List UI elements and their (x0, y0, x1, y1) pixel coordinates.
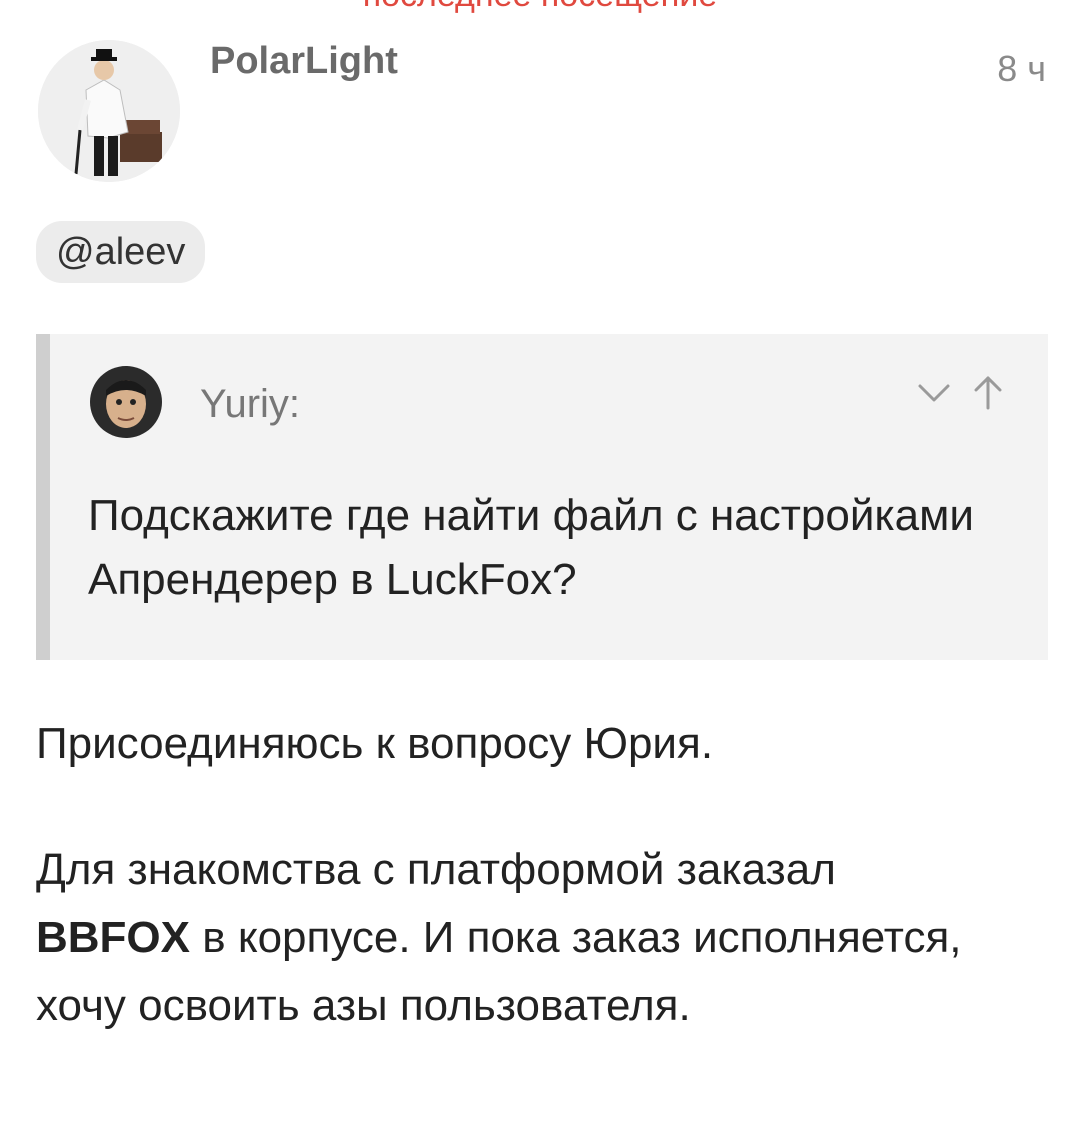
quote-avatar[interactable] (90, 366, 162, 438)
quote-actions (914, 372, 1008, 412)
avatar[interactable] (38, 40, 180, 182)
post-author[interactable]: PolarLight (210, 40, 398, 83)
quote-avatar-image (90, 366, 162, 438)
avatar-image (38, 40, 180, 182)
product-name: BBFOX (36, 913, 190, 962)
last-visit-label: последнее посещение (300, 0, 780, 15)
arrow-up-icon[interactable] (968, 372, 1008, 412)
mention-chip[interactable]: @aleev (36, 221, 206, 283)
quote-text: Подскажите где найти файл с настройками … (88, 491, 974, 604)
comment-paragraph-1: Присоединяюсь к вопросу Юрия. (36, 719, 714, 768)
quoted-comment: Yuriy: Подскажите где найти файл с настр… (36, 334, 1048, 660)
post-time: 8 ч (997, 48, 1046, 89)
comment-paragraph-2: Для знакомства с платформой заказал BBFO… (36, 836, 1046, 1040)
quote-author: Yuriy: (200, 382, 301, 426)
paragraph-text-before: Для знакомства с платформой заказал (36, 845, 836, 894)
chevron-down-icon[interactable] (914, 372, 954, 412)
